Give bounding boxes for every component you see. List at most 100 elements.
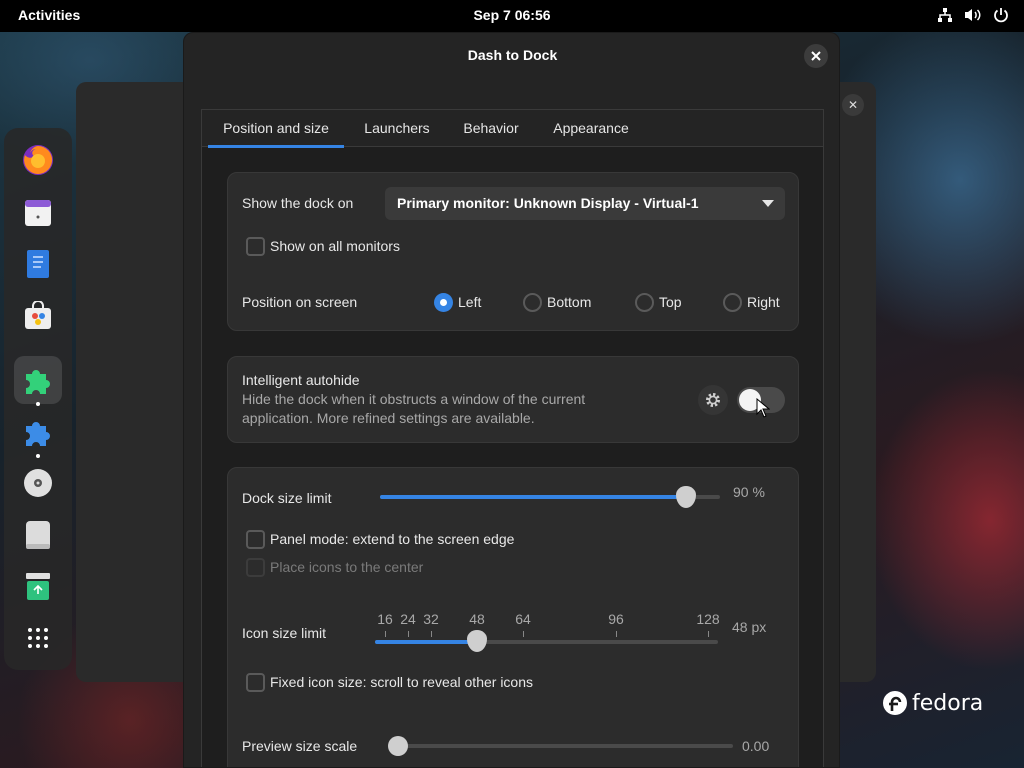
icon-size-mark-label: 48 [469, 611, 485, 627]
dock-app-disks[interactable] [14, 511, 62, 559]
position-top-label: Top [659, 294, 682, 310]
dock-app-trash[interactable] [14, 562, 62, 610]
center-icons-checkbox[interactable] [246, 558, 265, 577]
background-window-close-button[interactable]: ✕ [842, 94, 864, 116]
extensions-icon [26, 370, 50, 394]
clock[interactable]: Sep 7 06:56 [473, 7, 550, 23]
tab-launchers[interactable]: Launchers [352, 110, 442, 147]
tab-behavior[interactable]: Behavior [450, 110, 532, 147]
dash-to-dock-dialog: Dash to Dock Position and size Launchers… [183, 32, 840, 768]
panel-mode-checkbox[interactable] [246, 530, 265, 549]
network-icon[interactable] [936, 6, 954, 24]
autohide-card: Intelligent autohide Hide the dock when … [227, 356, 799, 443]
icon-size-mark-label: 32 [423, 611, 439, 627]
position-left-radio[interactable] [434, 293, 453, 312]
monitor-dropdown-value: Primary monitor: Unknown Display - Virtu… [397, 195, 699, 211]
show-dock-on-label: Show the dock on [242, 195, 354, 211]
activities-button[interactable]: Activities [18, 7, 80, 23]
text-editor-icon [27, 250, 49, 278]
firefox-icon [23, 145, 53, 175]
dock-app-extension-manager[interactable] [14, 408, 62, 458]
dialog-title: Dash to Dock [467, 47, 558, 63]
volume-icon[interactable] [964, 6, 982, 24]
icon-size-mark-label: 96 [608, 611, 624, 627]
show-all-monitors-checkbox[interactable] [246, 237, 265, 256]
preview-size-slider[interactable] [388, 736, 733, 756]
icon-size-scale-marks: 16 24 32 48 64 96 128 [375, 611, 720, 641]
dock-app-grid-button[interactable] [14, 614, 62, 662]
system-tray[interactable] [936, 6, 1010, 24]
dock-size-slider-handle[interactable] [676, 486, 696, 508]
dock-size-value: 90 % [733, 484, 765, 500]
monitor-position-card: Show the dock on Primary monitor: Unknow… [227, 172, 799, 331]
dock-app-firefox[interactable] [14, 136, 62, 184]
dock-size-slider[interactable] [380, 486, 720, 508]
icon-size-mark-label: 64 [515, 611, 531, 627]
position-right-radio[interactable] [723, 293, 742, 312]
icon-size-tick [408, 631, 409, 637]
icon-size-tick [708, 631, 709, 637]
position-top-radio[interactable] [635, 293, 654, 312]
icon-size-tick [385, 631, 386, 637]
gear-icon [706, 393, 720, 407]
calendar-icon [25, 200, 51, 226]
icon-size-value: 48 px [732, 619, 767, 635]
tab-appearance[interactable]: Appearance [540, 110, 642, 147]
fedora-logo-text: fedora [912, 690, 984, 716]
preview-size-value: 0.00 [742, 738, 770, 754]
extension-manager-icon [26, 422, 50, 446]
position-on-screen-label: Position on screen [242, 294, 358, 310]
position-bottom-label: Bottom [547, 294, 592, 310]
top-bar: Activities Sep 7 06:56 [0, 0, 1024, 32]
dock-app-extensions[interactable] [14, 356, 62, 406]
running-indicator [36, 454, 40, 458]
power-icon[interactable] [992, 6, 1010, 24]
dock-app-text-editor[interactable] [14, 240, 62, 288]
tab-bar: Position and size Launchers Behavior App… [202, 110, 823, 148]
show-all-monitors-label: Show on all monitors [270, 238, 400, 254]
fixed-icon-size-checkbox[interactable] [246, 673, 265, 692]
software-icon [25, 301, 51, 329]
dock-size-limit-label: Dock size limit [242, 490, 332, 506]
preview-size-slider-handle[interactable] [388, 736, 408, 756]
position-left-label: Left [458, 294, 482, 310]
trash-icon [26, 573, 50, 600]
size-card: Dock size limit 90 % Panel mode: extend … [227, 467, 799, 767]
dock [4, 128, 72, 670]
clock-area: Sep 7 06:56 [0, 7, 1024, 23]
dialog-close-button[interactable] [804, 44, 828, 68]
dock-app-rhythmbox[interactable] [14, 459, 62, 507]
icon-size-mark-label: 128 [696, 611, 720, 627]
icon-size-slider-fill [375, 640, 477, 644]
icon-size-tick [431, 631, 432, 637]
icon-size-mark-label: 16 [377, 611, 393, 627]
disk-icon [26, 521, 50, 549]
close-icon [811, 51, 821, 61]
icon-size-mark-label: 24 [400, 611, 416, 627]
fedora-logo-icon [883, 691, 907, 715]
mouse-cursor-icon [756, 398, 770, 418]
icon-size-tick [616, 631, 617, 637]
rhythmbox-icon [24, 469, 52, 497]
fedora-logo: fedora [882, 690, 983, 716]
icon-size-tick [523, 631, 524, 637]
autohide-description-line2: application. More refined settings are a… [242, 410, 535, 426]
dock-app-software[interactable] [14, 292, 62, 340]
icon-size-slider-handle[interactable] [467, 630, 487, 652]
autohide-settings-button[interactable] [698, 385, 728, 415]
panel-mode-label: Panel mode: extend to the screen edge [270, 531, 515, 547]
icon-size-limit-label: Icon size limit [242, 625, 327, 641]
settings-notebook: Position and size Launchers Behavior App… [201, 109, 824, 767]
monitor-dropdown[interactable]: Primary monitor: Unknown Display - Virtu… [385, 187, 785, 220]
center-icons-label: Place icons to the center [270, 559, 424, 575]
autohide-description-line1: Hide the dock when it obstructs a window… [242, 391, 586, 407]
tab-position-and-size[interactable]: Position and size [208, 110, 344, 148]
autohide-title: Intelligent autohide [242, 372, 360, 388]
position-right-label: Right [747, 294, 780, 310]
preview-size-scale-label: Preview size scale [242, 738, 358, 754]
position-bottom-radio[interactable] [523, 293, 542, 312]
icon-size-slider[interactable] [375, 630, 718, 652]
fixed-icon-size-label: Fixed icon size: scroll to reveal other … [270, 674, 533, 690]
dock-size-slider-fill [380, 495, 686, 499]
dock-app-calendar[interactable] [14, 188, 62, 236]
